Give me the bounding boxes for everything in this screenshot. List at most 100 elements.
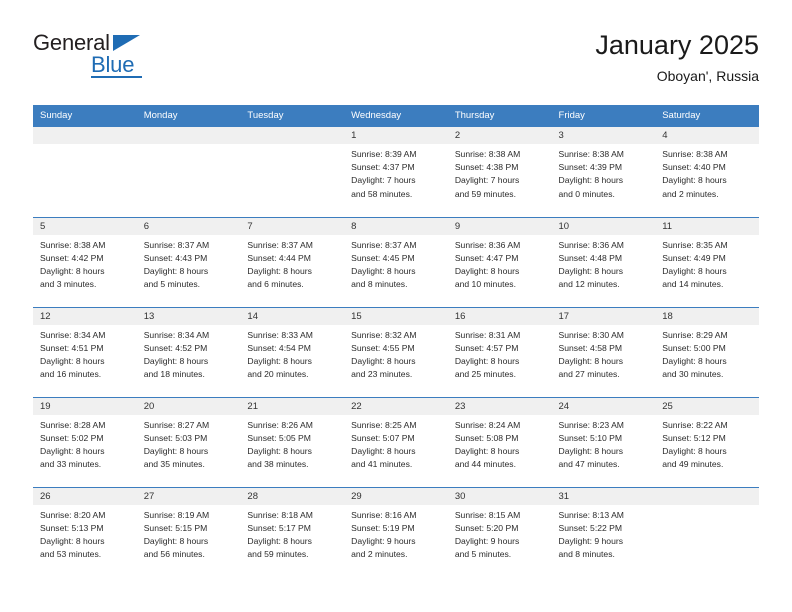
daylight-text-line2: and 49 minutes. <box>662 459 724 470</box>
calendar-day-cell[interactable]: 23 Sunrise: 8:24 AM Sunset: 5:08 PM Dayligh… <box>447 396 552 487</box>
day-details: Sunrise: 8:28 AM Sunset: 5:02 PM Daylight:… <box>33 415 137 472</box>
daylight-text-line2: and 59 minutes. <box>454 188 516 199</box>
day-details: Sunrise: 8:15 AM Sunset: 5:20 PM Daylight:… <box>448 505 552 562</box>
sunrise-text: Sunrise: 8:28 AM <box>40 419 106 430</box>
calendar-day-cell[interactable]: 5 Sunrise: 8:38 AM Sunset: 4:42 PM Daylight… <box>33 216 137 307</box>
daylight-text-line1: Daylight: 8 hours <box>143 265 209 276</box>
calendar-day-cell[interactable]: 20 Sunrise: 8:27 AM Sunset: 5:03 PM Dayligh… <box>136 396 241 487</box>
calendar-day-cell[interactable]: 25 Sunrise: 8:22 AM Sunset: 5:12 PM Dayligh… <box>655 396 759 487</box>
sunset-text: Sunset: 5:07 PM <box>351 432 415 443</box>
sunset-text: Sunset: 4:58 PM <box>558 342 623 353</box>
logo-text-blue: Blue <box>91 52 135 77</box>
calendar-day-cell[interactable]: 26 Sunrise: 8:20 AM Sunset: 5:13 PM Dayligh… <box>33 486 137 577</box>
calendar-day-cell[interactable]: 2 Sunrise: 8:38 AM Sunset: 4:38 PM Daylight… <box>447 127 552 217</box>
sunrise-text: Sunrise: 8:34 AM <box>40 329 106 340</box>
day-details: Sunrise: 8:22 AM Sunset: 5:12 PM Daylight:… <box>655 415 759 472</box>
sunrise-text: Sunrise: 8:27 AM <box>143 419 210 430</box>
sunrise-text: Sunrise: 8:23 AM <box>558 419 624 430</box>
sunrise-text: Sunrise: 8:37 AM <box>143 239 210 250</box>
daylight-text-line1: Daylight: 8 hours <box>558 355 624 366</box>
day-details: Sunrise: 8:35 AM Sunset: 4:49 PM Daylight:… <box>655 235 759 292</box>
calendar-day-cell[interactable]: 14 Sunrise: 8:33 AM Sunset: 4:54 PM Dayligh… <box>240 306 345 397</box>
calendar-cell-empty <box>33 127 137 217</box>
calendar-day-cell[interactable]: 31 Sunrise: 8:13 AM Sunset: 5:22 PM Dayligh… <box>551 486 656 577</box>
daylight-text-line2: and 35 minutes. <box>143 459 205 470</box>
day-number: 15 <box>344 307 448 325</box>
weekday-header-wednesday: Wednesday <box>344 105 448 127</box>
calendar-day-cell[interactable]: 1 Sunrise: 8:39 AM Sunset: 4:37 PM Daylight… <box>344 127 448 217</box>
day-number <box>33 127 137 144</box>
calendar-day-cell[interactable]: 10 Sunrise: 8:36 AM Sunset: 4:48 PM Dayligh… <box>551 216 656 307</box>
generalblue-logo[interactable]: General Blue <box>33 30 253 86</box>
calendar-day-cell[interactable]: 22 Sunrise: 8:25 AM Sunset: 5:07 PM Dayligh… <box>344 396 448 487</box>
daylight-text-line2: and 14 minutes. <box>662 279 724 290</box>
daylight-text-line2: and 6 minutes. <box>247 279 304 290</box>
sunset-text: Sunset: 4:38 PM <box>454 162 519 173</box>
sunrise-text: Sunrise: 8:37 AM <box>351 239 417 250</box>
calendar-day-cell[interactable]: 17 Sunrise: 8:30 AM Sunset: 4:58 PM Dayligh… <box>551 306 656 397</box>
calendar-day-cell[interactable]: 27 Sunrise: 8:19 AM Sunset: 5:15 PM Dayligh… <box>136 486 241 577</box>
day-number: 23 <box>447 397 552 415</box>
calendar-day-cell[interactable]: 13 Sunrise: 8:34 AM Sunset: 4:52 PM Dayligh… <box>136 306 241 397</box>
calendar-day-cell[interactable]: 29 Sunrise: 8:16 AM Sunset: 5:19 PM Dayligh… <box>344 486 448 577</box>
day-number: 14 <box>240 307 345 325</box>
calendar-day-cell[interactable]: 4 Sunrise: 8:38 AM Sunset: 4:40 PM Daylight… <box>655 127 759 217</box>
day-number: 20 <box>136 397 241 415</box>
sunrise-text: Sunrise: 8:25 AM <box>351 419 417 430</box>
daylight-text-line1: Daylight: 8 hours <box>143 535 209 546</box>
day-details: Sunrise: 8:19 AM Sunset: 5:15 PM Daylight:… <box>137 505 241 562</box>
day-number: 1 <box>344 127 448 144</box>
sunrise-text: Sunrise: 8:13 AM <box>558 509 624 520</box>
day-number: 4 <box>655 127 759 144</box>
daylight-text-line2: and 5 minutes. <box>454 549 512 560</box>
daylight-text-line1: Daylight: 8 hours <box>247 355 312 366</box>
day-number <box>655 487 759 505</box>
sunrise-text: Sunrise: 8:39 AM <box>351 149 417 159</box>
calendar-day-cell[interactable]: 28 Sunrise: 8:18 AM Sunset: 5:17 PM Dayligh… <box>240 486 345 577</box>
calendar-day-cell[interactable]: 9 Sunrise: 8:36 AM Sunset: 4:47 PM Daylight… <box>447 216 552 307</box>
daylight-text-line1: Daylight: 8 hours <box>143 445 209 456</box>
title-block: January 2025 Oboyan', Russia <box>595 28 759 86</box>
day-details: Sunrise: 8:18 AM Sunset: 5:17 PM Daylight:… <box>240 505 344 562</box>
daylight-text-line2: and 41 minutes. <box>351 459 413 470</box>
sunset-text: Sunset: 4:43 PM <box>143 252 208 263</box>
day-number: 30 <box>447 487 552 505</box>
calendar-day-cell[interactable]: 16 Sunrise: 8:31 AM Sunset: 4:57 PM Dayligh… <box>447 306 552 397</box>
day-details: Sunrise: 8:23 AM Sunset: 5:10 PM Daylight:… <box>552 415 656 472</box>
day-details: Sunrise: 8:30 AM Sunset: 4:58 PM Daylight:… <box>552 325 656 382</box>
daylight-text-line2: and 25 minutes. <box>454 369 516 380</box>
calendar-week-row: 26 Sunrise: 8:20 AM Sunset: 5:13 PM Dayligh… <box>33 486 759 577</box>
day-details: Sunrise: 8:24 AM Sunset: 5:08 PM Daylight:… <box>448 415 552 472</box>
calendar-day-cell[interactable]: 18 Sunrise: 8:29 AM Sunset: 5:00 PM Dayligh… <box>655 306 759 397</box>
daylight-text-line1: Daylight: 8 hours <box>40 265 105 276</box>
calendar-week-row: 5 Sunrise: 8:38 AM Sunset: 4:42 PM Daylight… <box>33 216 759 307</box>
sunrise-text: Sunrise: 8:15 AM <box>454 509 521 520</box>
sunset-text: Sunset: 5:03 PM <box>143 432 208 443</box>
calendar-day-cell[interactable]: 21 Sunrise: 8:26 AM Sunset: 5:05 PM Dayligh… <box>240 396 345 487</box>
calendar-day-cell[interactable]: 8 Sunrise: 8:37 AM Sunset: 4:45 PM Daylight… <box>344 216 448 307</box>
day-number: 9 <box>447 217 552 235</box>
calendar-day-cell[interactable]: 12 Sunrise: 8:34 AM Sunset: 4:51 PM Dayligh… <box>33 306 137 397</box>
calendar-day-cell[interactable]: 3 Sunrise: 8:38 AM Sunset: 4:39 PM Daylight… <box>551 127 656 217</box>
daylight-text-line1: Daylight: 8 hours <box>558 265 624 276</box>
calendar-day-cell[interactable]: 15 Sunrise: 8:32 AM Sunset: 4:55 PM Dayligh… <box>344 306 448 397</box>
day-details: Sunrise: 8:25 AM Sunset: 5:07 PM Daylight:… <box>344 415 448 472</box>
sunrise-text: Sunrise: 8:38 AM <box>558 149 624 159</box>
logo-underline <box>91 76 142 78</box>
calendar-day-cell[interactable]: 30 Sunrise: 8:15 AM Sunset: 5:20 PM Dayligh… <box>447 486 552 577</box>
sunset-text: Sunset: 4:39 PM <box>558 162 623 173</box>
daylight-text-line2: and 30 minutes. <box>662 369 724 380</box>
calendar-body: 1 Sunrise: 8:39 AM Sunset: 4:37 PM Daylight… <box>33 127 759 577</box>
sunrise-text: Sunrise: 8:26 AM <box>247 419 313 430</box>
calendar-day-cell[interactable]: 11 Sunrise: 8:35 AM Sunset: 4:49 PM Dayligh… <box>655 216 759 307</box>
calendar-day-cell[interactable]: 7 Sunrise: 8:37 AM Sunset: 4:44 PM Daylight… <box>240 216 345 307</box>
calendar-day-cell[interactable]: 19 Sunrise: 8:28 AM Sunset: 5:02 PM Dayligh… <box>33 396 137 487</box>
daylight-text-line1: Daylight: 8 hours <box>247 445 312 456</box>
calendar-day-cell[interactable]: 24 Sunrise: 8:23 AM Sunset: 5:10 PM Dayligh… <box>551 396 656 487</box>
day-number: 3 <box>551 127 656 144</box>
sunset-text: Sunset: 4:44 PM <box>247 252 311 263</box>
calendar-day-cell[interactable]: 6 Sunrise: 8:37 AM Sunset: 4:43 PM Daylight… <box>136 216 241 307</box>
sunrise-text: Sunrise: 8:32 AM <box>351 329 417 340</box>
day-number: 13 <box>136 307 241 325</box>
sunrise-text: Sunrise: 8:38 AM <box>40 239 106 250</box>
